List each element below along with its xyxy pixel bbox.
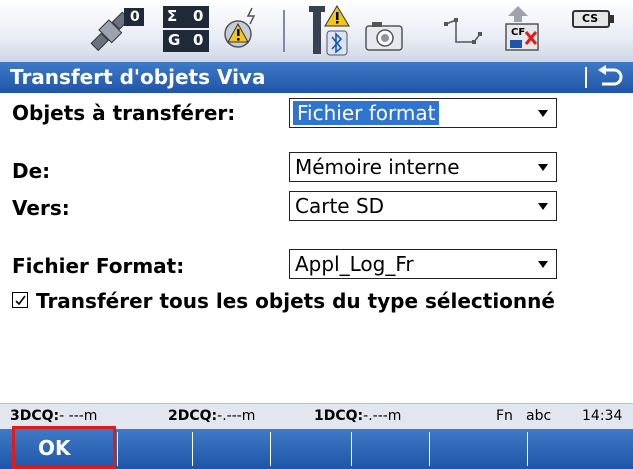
memory-card-icon[interactable]: CF xyxy=(500,4,544,56)
clock: 14:34 xyxy=(582,408,623,424)
g-label: G xyxy=(168,31,181,49)
chevron-down-icon xyxy=(538,203,548,210)
sum-label: Σ xyxy=(167,7,178,25)
from-label: De: xyxy=(12,159,51,183)
satellite-icon[interactable]: 0 xyxy=(87,4,147,56)
from-value: Mémoire interne xyxy=(295,155,460,179)
sum-value: 0 xyxy=(193,7,204,25)
objects-value: Fichier format xyxy=(293,101,440,125)
sum-counter: Σ 0 xyxy=(163,6,209,28)
to-value: Carte SD xyxy=(295,194,385,218)
quality-2d: 2DCQ:-.---m xyxy=(168,408,255,424)
ok-button[interactable]: OK xyxy=(12,426,116,469)
quality-3d-value: - ---m xyxy=(59,408,98,424)
title-separator xyxy=(585,67,587,88)
chevron-down-icon xyxy=(538,261,548,268)
objects-label: Objets à transférer: xyxy=(12,101,236,125)
transfer-all-checkbox[interactable] xyxy=(12,292,28,308)
ok-button-label: OK xyxy=(38,436,71,460)
quality-3d: 3DCQ:- ---m xyxy=(10,408,97,424)
format-select[interactable]: Appl_Log_Fr xyxy=(289,249,557,279)
softkey-f4[interactable] xyxy=(271,429,350,469)
format-label: Fichier Format: xyxy=(12,254,185,278)
input-mode-indicator: abc xyxy=(526,408,552,424)
chevron-down-icon xyxy=(538,110,548,117)
to-label: Vers: xyxy=(12,196,70,220)
to-select[interactable]: Carte SD xyxy=(289,191,557,221)
camera-icon[interactable] xyxy=(363,4,407,56)
status-bar: 0 Σ 0 G 0 CF CS xyxy=(0,0,633,63)
softkey-f2[interactable] xyxy=(118,429,192,469)
quality-1d-label: 1DCQ: xyxy=(314,408,364,424)
fn-indicator: Fn xyxy=(496,408,513,424)
battery-tip xyxy=(610,15,614,23)
softkey-f6[interactable] xyxy=(430,429,506,469)
cs-label: CS xyxy=(582,12,599,25)
satellite-count: 0 xyxy=(130,9,140,25)
from-select[interactable]: Mémoire interne xyxy=(289,152,557,182)
radio-warning-icon[interactable] xyxy=(218,4,264,56)
softkey-page[interactable] xyxy=(528,429,633,469)
title-bar: Transfert d'objets Viva xyxy=(0,62,633,93)
back-icon[interactable] xyxy=(594,64,626,91)
chevron-down-icon xyxy=(538,164,548,171)
memory-card-label: CF xyxy=(511,27,526,38)
objects-select[interactable]: Fichier format xyxy=(289,98,557,128)
g-value: 0 xyxy=(193,31,204,49)
softkey-f3[interactable] xyxy=(193,429,267,469)
quality-3d-label: 3DCQ: xyxy=(10,408,60,424)
quality-2d-label: 2DCQ: xyxy=(168,408,218,424)
battery-body: CS xyxy=(572,10,610,28)
softkey-f5[interactable] xyxy=(352,429,428,469)
position-counters[interactable]: Σ 0 G 0 xyxy=(163,4,209,56)
checkmark-icon xyxy=(15,295,26,306)
g-counter: G 0 xyxy=(163,30,209,52)
cs-battery-icon[interactable]: CS xyxy=(570,4,618,56)
bluetooth-antenna-icon[interactable] xyxy=(303,4,351,56)
linework-icon[interactable] xyxy=(442,4,488,56)
quality-1d-value: -.---m xyxy=(363,408,402,424)
screen: 0 Σ 0 G 0 CF CS Transfert d'objets Viva … xyxy=(0,0,633,469)
format-value: Appl_Log_Fr xyxy=(295,252,414,276)
quality-2d-value: -.---m xyxy=(217,408,256,424)
quality-1d: 1DCQ:-.---m xyxy=(314,408,401,424)
page-title: Transfert d'objets Viva xyxy=(10,65,266,89)
transfer-all-label[interactable]: Transférer tous les objets du type sélec… xyxy=(36,286,556,316)
status-separator xyxy=(283,10,285,52)
